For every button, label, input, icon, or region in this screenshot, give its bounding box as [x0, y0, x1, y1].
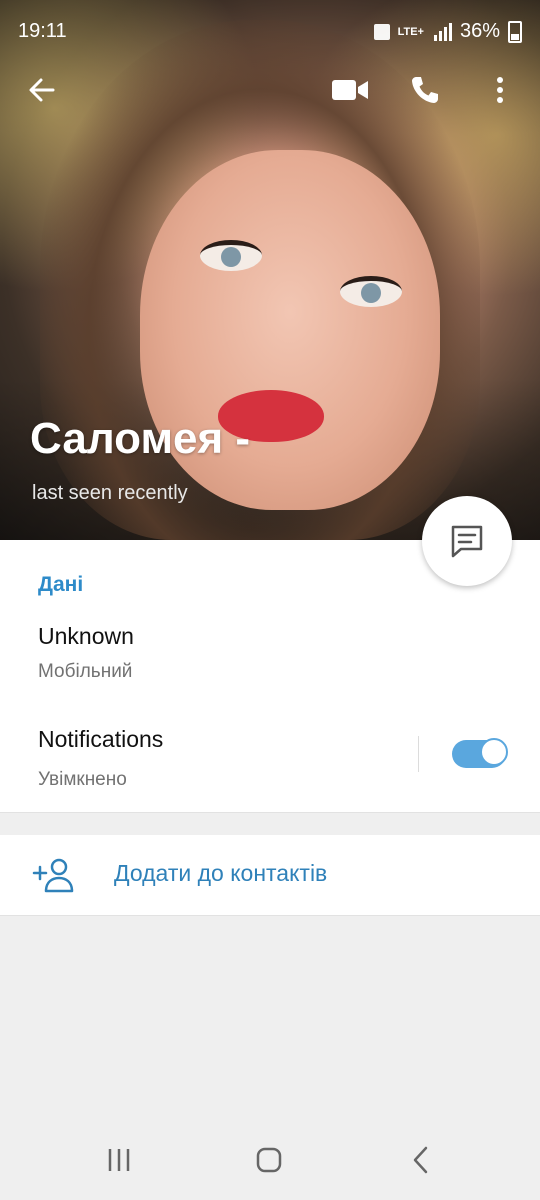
toolbar	[0, 60, 540, 120]
more-options-button[interactable]	[478, 68, 522, 112]
status-time: 19:11	[18, 20, 67, 42]
notifications-toggle[interactable]	[452, 738, 508, 768]
status-bar: 19:11 LTE+ 36%	[0, 0, 540, 60]
battery-icon	[508, 20, 522, 43]
toggle-knob	[480, 738, 508, 766]
phone-type-label: Мобільний	[38, 661, 133, 682]
last-seen-status: last seen recently	[32, 482, 188, 504]
section-title: Дані	[38, 573, 84, 596]
home-button[interactable]	[249, 1142, 289, 1178]
photo-eye-left	[200, 240, 262, 271]
chevron-left-icon	[413, 1146, 428, 1174]
home-icon	[256, 1147, 282, 1173]
message-icon	[451, 525, 483, 558]
send-message-button[interactable]	[422, 496, 512, 586]
battery-percent: 36%	[459, 20, 500, 42]
video-call-icon	[332, 80, 368, 100]
system-back-button[interactable]	[401, 1142, 441, 1178]
call-button[interactable]	[403, 68, 447, 112]
add-person-icon	[32, 858, 74, 893]
profile-name: Саломея -	[30, 414, 251, 463]
video-call-button[interactable]	[328, 68, 372, 112]
more-vert-icon	[497, 77, 503, 103]
add-to-contacts-label: Додати до контактів	[114, 860, 328, 886]
status-icons: LTE+ 36%	[373, 20, 522, 43]
network-label: LTE+	[397, 25, 424, 38]
phone-icon	[412, 77, 438, 103]
notifications-label[interactable]: Notifications	[38, 726, 163, 753]
arrow-left-icon	[29, 78, 55, 102]
divider	[418, 736, 419, 772]
back-button[interactable]	[20, 68, 64, 112]
photo-eye-right	[340, 276, 402, 307]
alarm-icon	[373, 23, 390, 40]
add-contact-row[interactable]: Додати до контактів	[0, 835, 540, 916]
signal-icon	[433, 22, 452, 41]
system-nav-bar	[0, 1120, 540, 1200]
phone-value[interactable]: Unknown	[38, 623, 134, 650]
notifications-status: Увімкнено	[38, 769, 127, 790]
recents-icon	[108, 1149, 130, 1171]
recents-button[interactable]	[99, 1142, 139, 1178]
